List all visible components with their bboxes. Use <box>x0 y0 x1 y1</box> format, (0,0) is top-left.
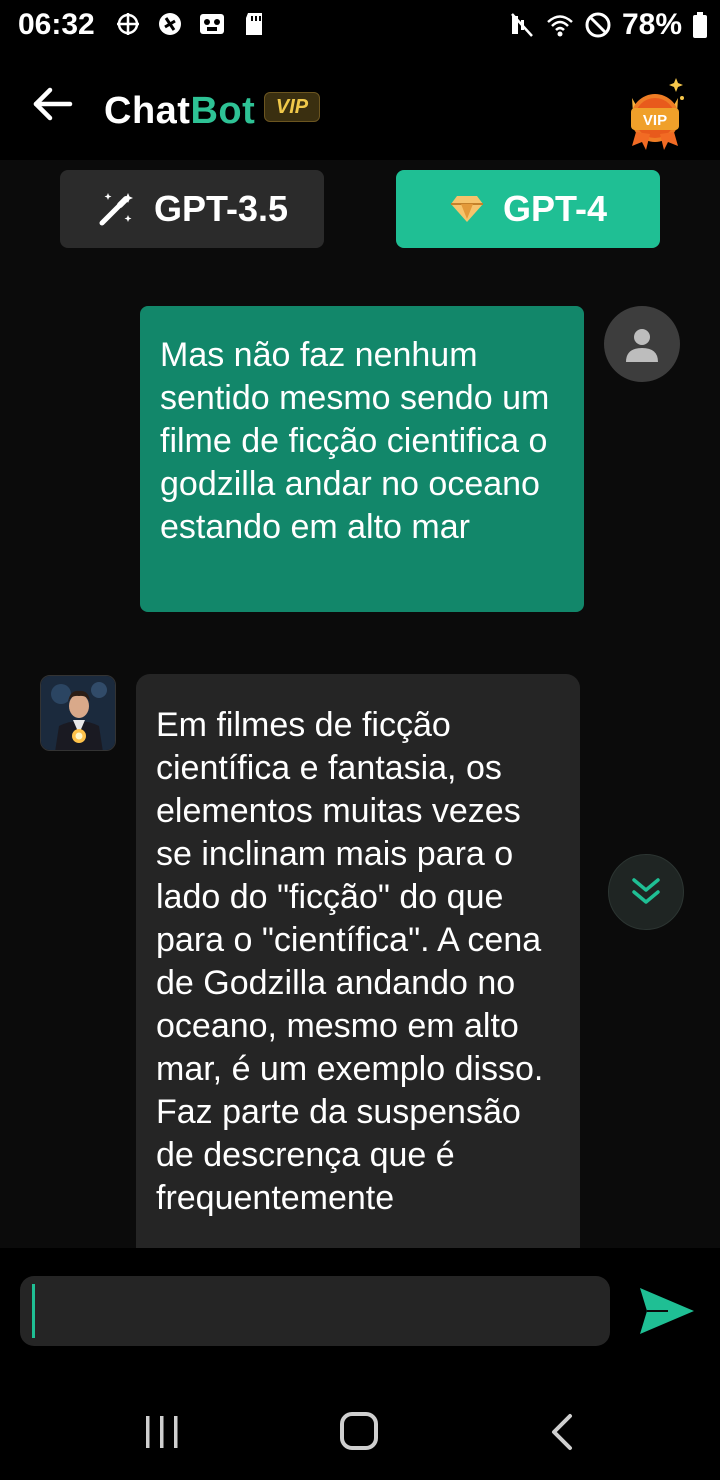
location-off-icon <box>159 13 181 35</box>
battery-icon <box>693 12 707 38</box>
user-message-bubble: Mas não faz nenhum sentido mesmo sendo u… <box>140 306 584 612</box>
app-header: ChatBot VIP VIP <box>0 56 720 160</box>
user-person-icon <box>626 329 658 362</box>
vip-tag: VIP <box>264 92 320 122</box>
bot-avatar-image <box>41 676 115 750</box>
app-title: ChatBot <box>104 90 255 133</box>
do-not-disturb-icon <box>585 12 611 38</box>
vip-badge-text: VIP <box>643 112 667 129</box>
sd-card-icon <box>246 13 262 35</box>
home-icon[interactable] <box>338 1412 382 1452</box>
vpn-key-icon <box>117 13 139 35</box>
wifi-icon <box>547 15 573 37</box>
double-chevron-down-icon <box>632 878 660 904</box>
magic-wand-icon <box>99 193 133 226</box>
voicemail-icon <box>200 14 224 34</box>
back-icon[interactable] <box>540 1412 584 1452</box>
bot-message-bubble: Em filmes de ficção científica e fantasi… <box>136 674 580 1294</box>
model-gpt4-label: GPT-4 <box>502 188 608 229</box>
text-caret <box>32 1284 35 1338</box>
mute-icon <box>511 13 533 37</box>
status-icons-right: 78% <box>508 8 708 42</box>
status-bar: 06:32 78% <box>0 0 720 56</box>
message-input[interactable] <box>20 1276 610 1346</box>
model-gpt4-button[interactable]: GPT-4 <box>396 170 660 248</box>
diamond-icon <box>450 196 483 222</box>
back-arrow-icon[interactable] <box>28 80 76 128</box>
model-gpt35-button[interactable]: GPT-3.5 <box>60 170 324 248</box>
chat-screen: 06:32 78% ChatBot VIP VIP GPT-3.5 GPT-4 … <box>0 0 720 1480</box>
model-gpt35-label: GPT-3.5 <box>153 188 289 229</box>
status-time: 06:32 <box>18 8 95 41</box>
scroll-to-bottom-button[interactable] <box>608 854 684 930</box>
send-icon[interactable] <box>638 1286 696 1336</box>
battery-percentage: 78% <box>621 8 682 41</box>
vip-crown-badge-icon[interactable]: VIP <box>618 72 692 152</box>
app-title-chat: Chat <box>104 90 191 132</box>
composer <box>0 1248 720 1384</box>
user-avatar <box>604 306 680 382</box>
status-icons-left <box>114 10 268 38</box>
recents-icon[interactable] <box>140 1412 184 1452</box>
system-nav-bar <box>0 1384 720 1480</box>
app-title-bot: Bot <box>190 90 256 132</box>
bot-avatar <box>40 675 116 751</box>
